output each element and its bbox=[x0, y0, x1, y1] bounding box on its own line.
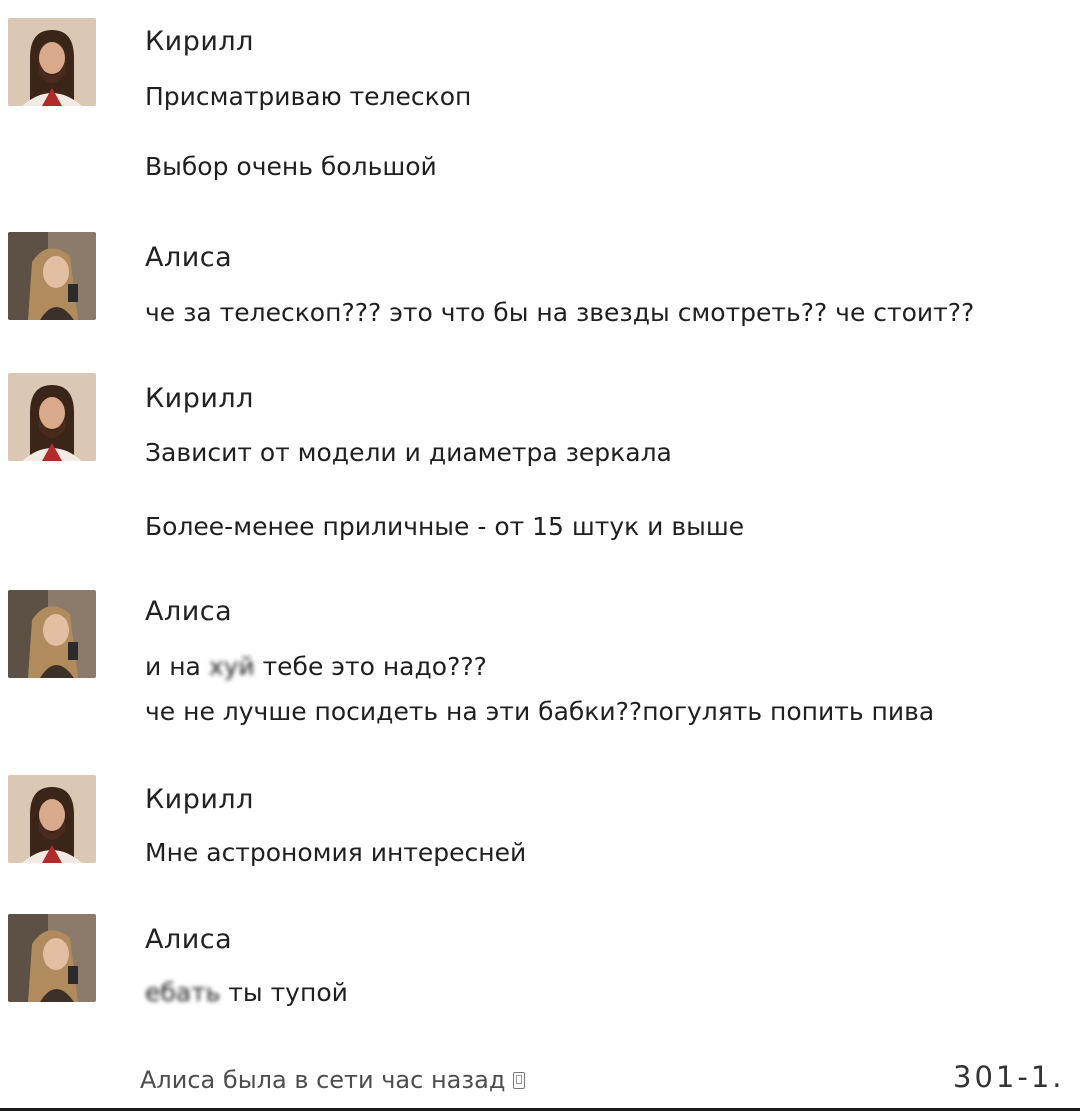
message-author: Алиса bbox=[145, 596, 233, 627]
bottom-divider bbox=[0, 1108, 1080, 1111]
girl-avatar-icon bbox=[8, 590, 96, 678]
avatar-kirill[interactable] bbox=[8, 373, 96, 461]
message-text: Присматриваю телескоп bbox=[145, 82, 472, 111]
message-text: че за телескоп??? это что бы на звезды с… bbox=[145, 298, 975, 327]
message-text: и на хуй тебе это надо??? bbox=[145, 652, 487, 681]
message-text: Более-менее приличные - от 15 штук и выш… bbox=[145, 512, 745, 541]
message-author: Кирилл bbox=[145, 26, 254, 57]
avatar-alisa[interactable] bbox=[8, 590, 96, 678]
message-author: Кирилл bbox=[145, 784, 254, 815]
message-counter: 301-1. bbox=[953, 1060, 1065, 1094]
avatar-alisa[interactable] bbox=[8, 232, 96, 320]
online-status: Алиса была в сети час назад bbox=[140, 1066, 526, 1094]
mobile-phone-icon bbox=[513, 1072, 526, 1089]
message-author: Алиса bbox=[145, 924, 233, 955]
avatar-kirill[interactable] bbox=[8, 18, 96, 106]
message-author: Кирилл bbox=[145, 383, 254, 414]
jesus-avatar-icon bbox=[8, 775, 96, 863]
jesus-avatar-icon bbox=[8, 373, 96, 461]
girl-avatar-icon bbox=[8, 914, 96, 1002]
message-text-part: тебе это надо??? bbox=[254, 652, 487, 681]
message-text-part: и на bbox=[145, 652, 209, 681]
avatar-alisa[interactable] bbox=[8, 914, 96, 1002]
censored-word: ебать bbox=[145, 978, 221, 1007]
message-text: ебать ты тупой bbox=[145, 978, 348, 1007]
message-text: Мне астрономия интересней bbox=[145, 838, 527, 867]
message-text: Выбор очень большой bbox=[145, 152, 437, 181]
message-text: Зависит от модели и диаметра зеркала bbox=[145, 438, 672, 467]
message-text: че не лучше посидеть на эти бабки??погул… bbox=[145, 697, 935, 726]
jesus-avatar-icon bbox=[8, 18, 96, 106]
message-text-part: ты тупой bbox=[220, 978, 348, 1007]
chat-history: Кирилл Присматриваю телескоп Выбор очень… bbox=[0, 0, 1080, 1115]
girl-avatar-icon bbox=[8, 232, 96, 320]
online-status-text: Алиса была в сети час назад bbox=[140, 1066, 506, 1094]
message-author: Алиса bbox=[145, 242, 233, 273]
censored-word: хуй bbox=[208, 652, 255, 681]
avatar-kirill[interactable] bbox=[8, 775, 96, 863]
